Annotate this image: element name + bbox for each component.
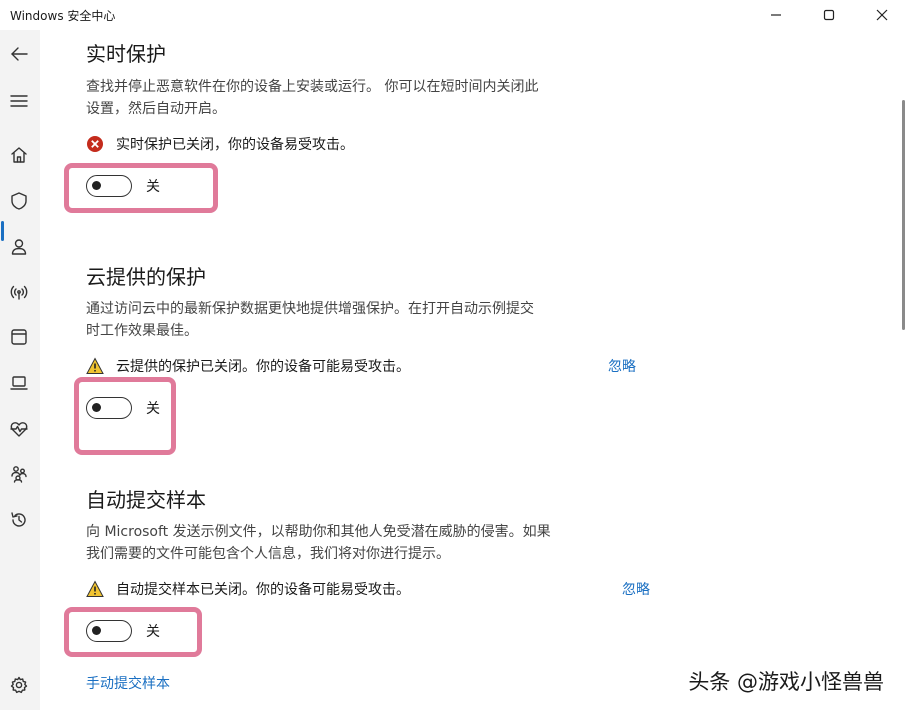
heart-pulse-icon xyxy=(10,422,28,437)
cloud-protection-toggle[interactable] xyxy=(86,397,132,419)
cloud-toggle-label: 关 xyxy=(146,401,160,417)
realtime-protection-desc: 查找并停止恶意软件在你的设备上安装或运行。 你可以在短时间内关闭此 设置，然后自… xyxy=(86,76,646,120)
cloud-ignore-link[interactable]: 忽略 xyxy=(608,356,636,376)
warning-icon xyxy=(86,580,104,598)
toggle-knob xyxy=(92,181,101,190)
nav-device-health[interactable] xyxy=(4,414,34,444)
toggle-knob xyxy=(92,403,101,412)
watermark: 头条 @游戏小怪兽兽 xyxy=(688,670,884,694)
account-icon xyxy=(11,239,27,255)
cloud-status-text: 云提供的保护已关闭。你的设备可能易受攻击。 xyxy=(116,359,410,375)
nav-family[interactable] xyxy=(4,459,34,489)
error-icon xyxy=(86,135,104,153)
manual-submit-link[interactable]: 手动提交样本 xyxy=(86,673,170,693)
sample-toggle-row: 关 xyxy=(86,619,160,643)
back-arrow-icon xyxy=(11,47,28,61)
toggle-knob xyxy=(92,626,101,635)
warning-icon xyxy=(86,357,104,375)
realtime-desc-line2: 设置，然后自动开启。 xyxy=(86,101,226,117)
sample-submission-title: 自动提交样本 xyxy=(86,488,206,512)
sample-submission-toggle[interactable] xyxy=(86,620,132,642)
app-browser-icon xyxy=(11,329,27,345)
nav-firewall[interactable] xyxy=(4,277,34,307)
laptop-icon xyxy=(10,376,28,390)
minimize-icon xyxy=(771,14,781,16)
nav-device-security[interactable] xyxy=(4,368,34,398)
history-icon xyxy=(11,512,26,527)
nav-home[interactable] xyxy=(4,140,34,170)
maximize-button[interactable] xyxy=(803,0,855,30)
scrollbar[interactable] xyxy=(902,100,906,330)
sample-desc-line1: 向 Microsoft 发送示例文件，以帮助你和其他人免受潜在威胁的侵害。如果 xyxy=(86,524,551,540)
minimize-button[interactable] xyxy=(750,0,802,30)
realtime-desc-line1: 查找并停止恶意软件在你的设备上安装或运行。 你可以在短时间内关闭此 xyxy=(86,79,539,95)
back-button[interactable] xyxy=(4,39,34,69)
app-title: Windows 安全中心 xyxy=(10,9,116,23)
hamburger-menu-icon xyxy=(10,95,28,107)
realtime-toggle-label: 关 xyxy=(146,179,160,195)
nav-app-browser[interactable] xyxy=(4,322,34,352)
nav-account[interactable] xyxy=(4,232,34,262)
settings-icon xyxy=(10,676,28,694)
cloud-status-row: 云提供的保护已关闭。你的设备可能易受攻击。 忽略 xyxy=(86,355,656,377)
family-icon xyxy=(11,466,27,483)
menu-button[interactable] xyxy=(4,86,34,116)
sample-ignore-link[interactable]: 忽略 xyxy=(622,579,650,599)
cloud-protection-title: 云提供的保护 xyxy=(86,265,206,289)
cloud-desc-line2: 时工作效果最佳。 xyxy=(86,323,198,339)
maximize-icon xyxy=(823,9,835,21)
sample-status-row: 自动提交样本已关闭。你的设备可能易受攻击。 忽略 xyxy=(86,578,656,600)
cloud-toggle-row: 关 xyxy=(86,396,160,420)
sample-desc-line2: 我们需要的文件可能包含个人信息，我们将对你进行提示。 xyxy=(86,546,450,562)
close-icon xyxy=(876,9,888,21)
sample-toggle-label: 关 xyxy=(146,624,160,640)
realtime-protection-title: 实时保护 xyxy=(86,42,166,66)
shield-icon xyxy=(11,192,27,210)
home-icon xyxy=(11,147,27,163)
sample-submission-desc: 向 Microsoft 发送示例文件，以帮助你和其他人免受潜在威胁的侵害。如果 … xyxy=(86,521,666,565)
cloud-desc-line1: 通过访问云中的最新保护数据更快地提供增强保护。在打开自动示例提交 xyxy=(86,301,534,317)
nav-virus-protection[interactable] xyxy=(4,186,34,216)
realtime-status-text: 实时保护已关闭，你的设备易受攻击。 xyxy=(116,137,354,153)
nav-settings[interactable] xyxy=(4,670,34,700)
realtime-toggle-row: 关 xyxy=(86,174,160,198)
realtime-status-row: 实时保护已关闭，你的设备易受攻击。 xyxy=(86,133,656,155)
realtime-protection-toggle[interactable] xyxy=(86,175,132,197)
title-bar: Windows 安全中心 xyxy=(0,0,906,30)
wireless-icon xyxy=(10,285,28,300)
scrollbar-thumb[interactable] xyxy=(902,100,905,330)
close-button[interactable] xyxy=(856,0,906,30)
cloud-protection-desc: 通过访问云中的最新保护数据更快地提供增强保护。在打开自动示例提交 时工作效果最佳… xyxy=(86,298,646,342)
sample-status-text: 自动提交样本已关闭。你的设备可能易受攻击。 xyxy=(116,582,410,598)
sidebar xyxy=(0,30,40,710)
nav-history[interactable] xyxy=(4,505,34,535)
